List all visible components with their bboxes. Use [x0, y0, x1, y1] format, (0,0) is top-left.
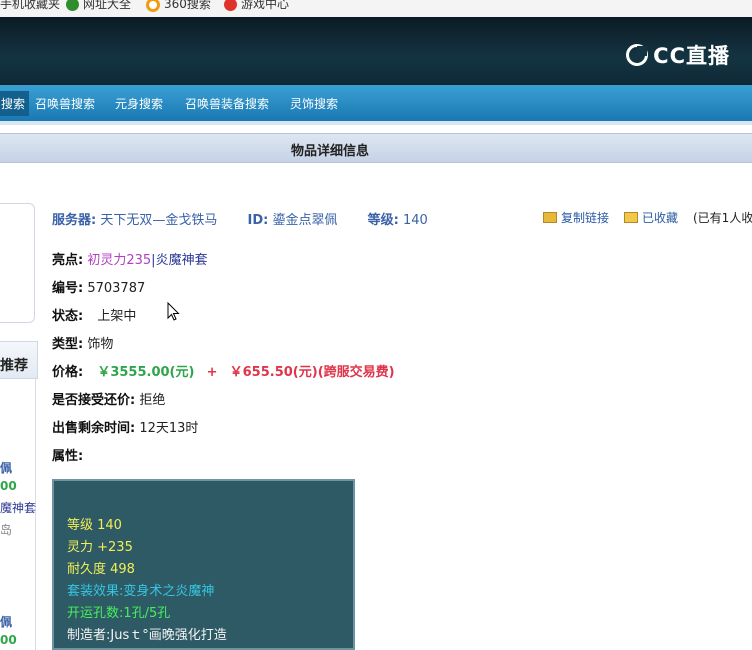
bookmark-label: 360搜索 — [164, 0, 211, 11]
item-thumbnail[interactable] — [0, 203, 35, 323]
price-row: 价格: ￥3555.00(元) + ￥655.50(元)(跨服交易费) — [52, 361, 395, 380]
brand-logo: CC直播 — [626, 40, 730, 70]
favorite-label: 已收藏 — [642, 211, 679, 225]
copy-link-label: 复制链接 — [561, 211, 610, 225]
price-value: ￥3555.00(元) — [97, 365, 195, 380]
number-value: 5703787 — [87, 281, 146, 296]
bookmark-label: 游戏中心 — [241, 0, 290, 11]
section-header: 物品详细信息 — [0, 133, 752, 163]
mouse-pointer-icon — [167, 302, 180, 321]
attr-level: 等级 140 — [67, 518, 122, 533]
attr-spirit: 灵力 +235 — [67, 540, 133, 555]
price-label: 价格: — [52, 365, 84, 380]
bargain-label: 是否接受还价: — [52, 393, 136, 408]
nav-item-beast-equipment-search[interactable]: 召唤兽装备搜索 — [185, 95, 269, 112]
bookmark-site-directory[interactable]: 网址大全 — [66, 0, 131, 12]
attribute-panel: 等级 140 灵力 +235 耐久度 498 套装效果:变身术之炎魔神 开运孔数… — [52, 479, 355, 650]
bookmark-mobile-favorites[interactable]: 手机收藏夹 — [0, 0, 60, 12]
type-value: 饰物 — [87, 337, 114, 352]
bargain-row: 是否接受还价: 拒绝 — [52, 389, 165, 408]
sidebar-item-price: 00 — [0, 479, 17, 493]
item-summary-line: 服务器: 天下无双—金戈铁马 ID: 鎏金点翠佩 等级: 140 — [52, 209, 428, 228]
time-left-value: 12天13时 — [139, 421, 199, 436]
game-center-icon — [224, 0, 237, 11]
bookmarks-bar: 手机收藏夹 网址大全 360搜索 游戏中心 — [0, 0, 752, 17]
bargain-value: 拒绝 — [139, 393, 166, 408]
highlight-set: 炎魔神套 — [155, 253, 208, 268]
level-value: 140 — [402, 213, 428, 228]
recommend-label: 推荐 — [0, 358, 28, 374]
price-plus: + — [206, 365, 218, 380]
bookmark-360-search[interactable]: 360搜索 — [146, 0, 211, 12]
main-nav: 搜索 召唤兽搜索 元身搜索 召唤兽装备搜索 灵饰搜索 — [0, 85, 752, 121]
plus-circle-icon — [66, 0, 79, 11]
id-label: ID: — [247, 213, 269, 228]
attr-set-effect: 套装效果:变身术之炎魔神 — [67, 584, 215, 599]
favorite-count: (已有1人收 — [693, 211, 752, 225]
time-left-row: 出售剩余时间: 12天13时 — [52, 417, 198, 436]
nav-item-summon-beast-search[interactable]: 召唤兽搜索 — [35, 95, 95, 112]
copy-link-button[interactable]: 复制链接 — [543, 209, 609, 226]
nav-item-yuanshen-search[interactable]: 元身搜索 — [115, 95, 163, 112]
level-label: 等级: — [367, 213, 399, 228]
attributes-row: 属性: — [52, 445, 83, 464]
logo-text: CC直播 — [653, 44, 730, 68]
number-label: 编号: — [52, 281, 84, 296]
attr-maker: 制造者:Jusｔ°画晚强化打造 — [67, 628, 227, 643]
nav-item-search[interactable]: 搜索 — [0, 91, 30, 116]
section-title: 物品详细信息 — [291, 144, 370, 159]
highlight-label: 亮点: — [52, 253, 84, 268]
nav-item-ornament-search[interactable]: 灵饰搜索 — [290, 95, 338, 112]
ring-icon — [146, 0, 160, 12]
bookmark-label: 手机收藏夹 — [0, 0, 61, 11]
favorite-folder-icon — [624, 212, 638, 223]
attr-holes: 开运孔数:1孔/5孔 — [67, 606, 171, 621]
sidebar-item-server: 岛 — [0, 523, 13, 537]
sidebar-item-name[interactable]: 佩 — [0, 613, 12, 630]
sidebar-item-highlight: 魔神套 — [0, 501, 37, 515]
nav-divider — [0, 121, 752, 125]
bookmark-label: 网址大全 — [83, 0, 132, 11]
number-row: 编号: 5703787 — [52, 277, 145, 296]
status-row: 状态: 上架中 — [52, 305, 136, 324]
server-value: 天下无双—金戈铁马 — [100, 213, 218, 228]
cross-server-fee: ￥655.50(元)(跨服交易费) — [229, 365, 395, 380]
status-label: 状态: — [52, 309, 84, 324]
highlight-spirit: 初灵力235 — [87, 253, 152, 268]
attr-durability: 耐久度 498 — [67, 562, 135, 577]
time-left-label: 出售剩余时间: — [52, 421, 136, 436]
favorite-button[interactable]: 已收藏 — [624, 209, 678, 226]
sidebar-item-price: 00 — [0, 633, 17, 647]
type-label: 类型: — [52, 337, 84, 352]
server-label: 服务器: — [52, 213, 97, 228]
highlight-row: 亮点: 初灵力235|炎魔神套 — [52, 249, 208, 268]
sidebar-item-name[interactable]: 佩 — [0, 459, 12, 476]
cc-logo-icon — [626, 44, 649, 66]
copy-link-icon — [543, 212, 557, 223]
attributes-label: 属性: — [52, 449, 84, 464]
type-row: 类型: 饰物 — [52, 333, 113, 352]
top-banner: CC直播 — [0, 17, 752, 85]
bookmark-game-center[interactable]: 游戏中心 — [224, 0, 289, 12]
status-value: 上架中 — [97, 309, 137, 324]
id-value: 鎏金点翠佩 — [272, 213, 338, 228]
